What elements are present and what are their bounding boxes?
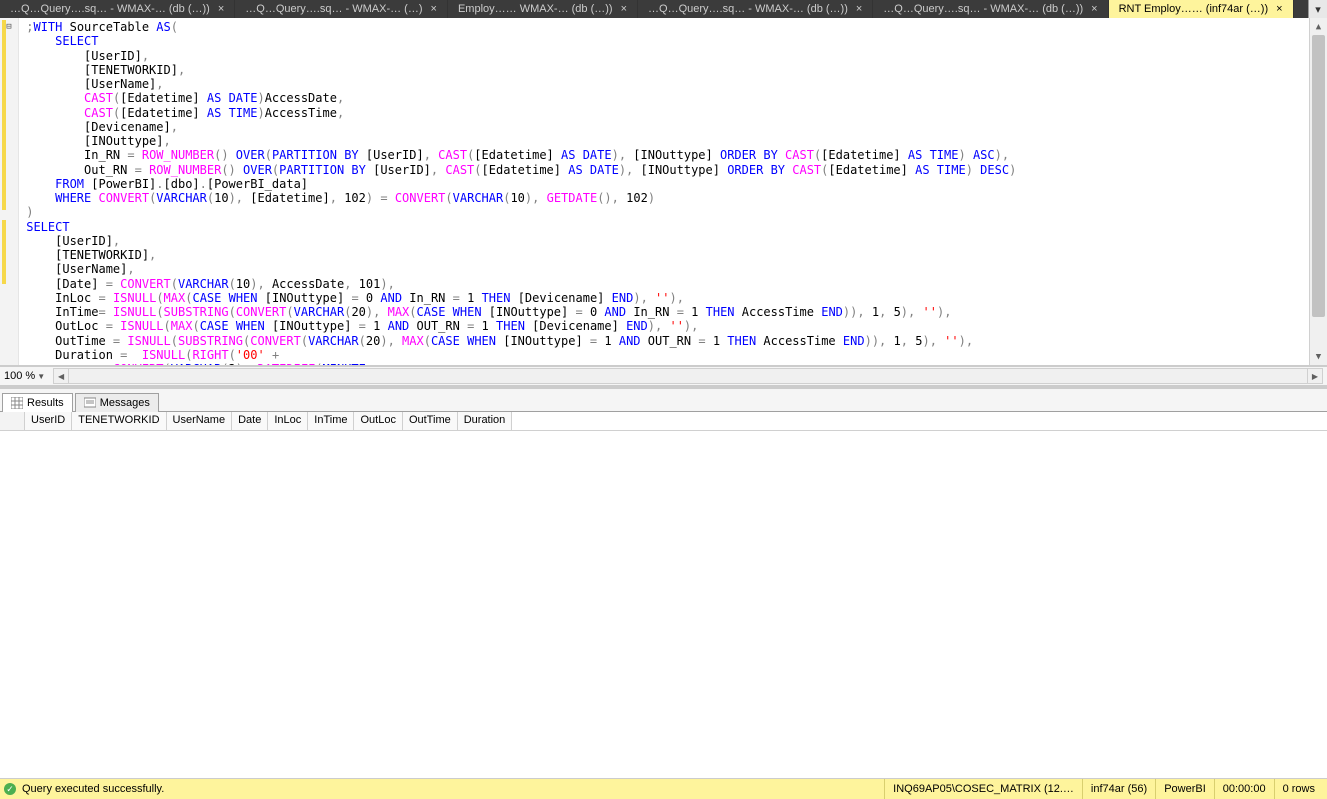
editor-footer: 100 %▼ ◀ ▶: [0, 366, 1327, 385]
close-icon[interactable]: ×: [431, 3, 437, 15]
results-grid-body[interactable]: [0, 431, 1327, 778]
statusbar: ✓ Query executed successfully. INQ69AP05…: [0, 778, 1327, 799]
horizontal-scrollbar[interactable]: ◀ ▶: [53, 368, 1323, 384]
scroll-down-icon[interactable]: ▼: [1310, 348, 1327, 365]
status-database: PowerBI: [1155, 779, 1214, 799]
status-elapsed: 00:00:00: [1214, 779, 1274, 799]
vertical-scrollbar[interactable]: ▲ ▼: [1309, 18, 1327, 365]
column-header[interactable]: UserID: [25, 412, 72, 430]
chevron-down-icon: ▼: [37, 372, 45, 381]
scroll-right-icon[interactable]: ▶: [1307, 369, 1322, 383]
zoom-dropdown[interactable]: 100 %▼: [0, 370, 49, 382]
row-header-corner: [0, 412, 25, 430]
tab-overflow-button[interactable]: ▾: [1308, 0, 1327, 18]
column-header[interactable]: TENETWORKID: [72, 412, 166, 430]
column-header[interactable]: OutTime: [403, 412, 458, 430]
fold-toggle-icon[interactable]: ⊟: [6, 20, 11, 34]
column-header[interactable]: InLoc: [268, 412, 308, 430]
status-server: INQ69AP05\COSEC_MATRIX (12.…: [884, 779, 1082, 799]
document-tab-active[interactable]: RNT Employ…… (inf74ar (…))×: [1109, 0, 1294, 18]
document-tab[interactable]: Employ…… WMAX-… (db (…))×: [448, 0, 638, 18]
scroll-left-icon[interactable]: ◀: [54, 369, 69, 383]
column-header[interactable]: UserName: [167, 412, 233, 430]
close-icon[interactable]: ×: [621, 3, 627, 15]
tab-messages[interactable]: Messages: [75, 393, 159, 412]
document-tabbar: …Q…Query….sq… - WMAX-… (db (…))× …Q…Quer…: [0, 0, 1327, 18]
status-user: inf74ar (56): [1082, 779, 1155, 799]
close-icon[interactable]: ×: [856, 3, 862, 15]
scrollbar-thumb[interactable]: [1312, 35, 1325, 317]
close-icon[interactable]: ×: [218, 3, 224, 15]
grid-icon: [11, 397, 23, 409]
status-message: Query executed successfully.: [22, 783, 164, 795]
document-tab[interactable]: …Q…Query….sq… - WMAX-… (db (…))×: [873, 0, 1108, 18]
results-tabs: Results Messages: [0, 389, 1327, 412]
code-area[interactable]: ;WITH SourceTable AS( SELECT [UserID], […: [19, 18, 1309, 365]
close-icon[interactable]: ×: [1091, 3, 1097, 15]
column-header[interactable]: Duration: [458, 412, 513, 430]
close-icon[interactable]: ×: [1276, 3, 1282, 15]
messages-icon: [84, 397, 96, 409]
scroll-up-icon[interactable]: ▲: [1310, 18, 1327, 35]
results-grid-header: UserID TENETWORKID UserName Date InLoc I…: [0, 412, 1327, 431]
column-header[interactable]: Date: [232, 412, 268, 430]
column-header[interactable]: OutLoc: [354, 412, 402, 430]
document-tab[interactable]: …Q…Query….sq… - WMAX-… (db (…))×: [0, 0, 235, 18]
document-tab[interactable]: …Q…Query….sq… - WMAX-… (db (…))×: [638, 0, 873, 18]
document-tab[interactable]: …Q…Query….sq… - WMAX-… (…)×: [235, 0, 448, 18]
tab-results[interactable]: Results: [2, 393, 73, 412]
status-rowcount: 0 rows: [1274, 779, 1323, 799]
success-icon: ✓: [4, 783, 16, 795]
column-header[interactable]: InTime: [308, 412, 354, 430]
sql-editor[interactable]: ⊟ ;WITH SourceTable AS( SELECT [UserID],…: [0, 18, 1327, 366]
